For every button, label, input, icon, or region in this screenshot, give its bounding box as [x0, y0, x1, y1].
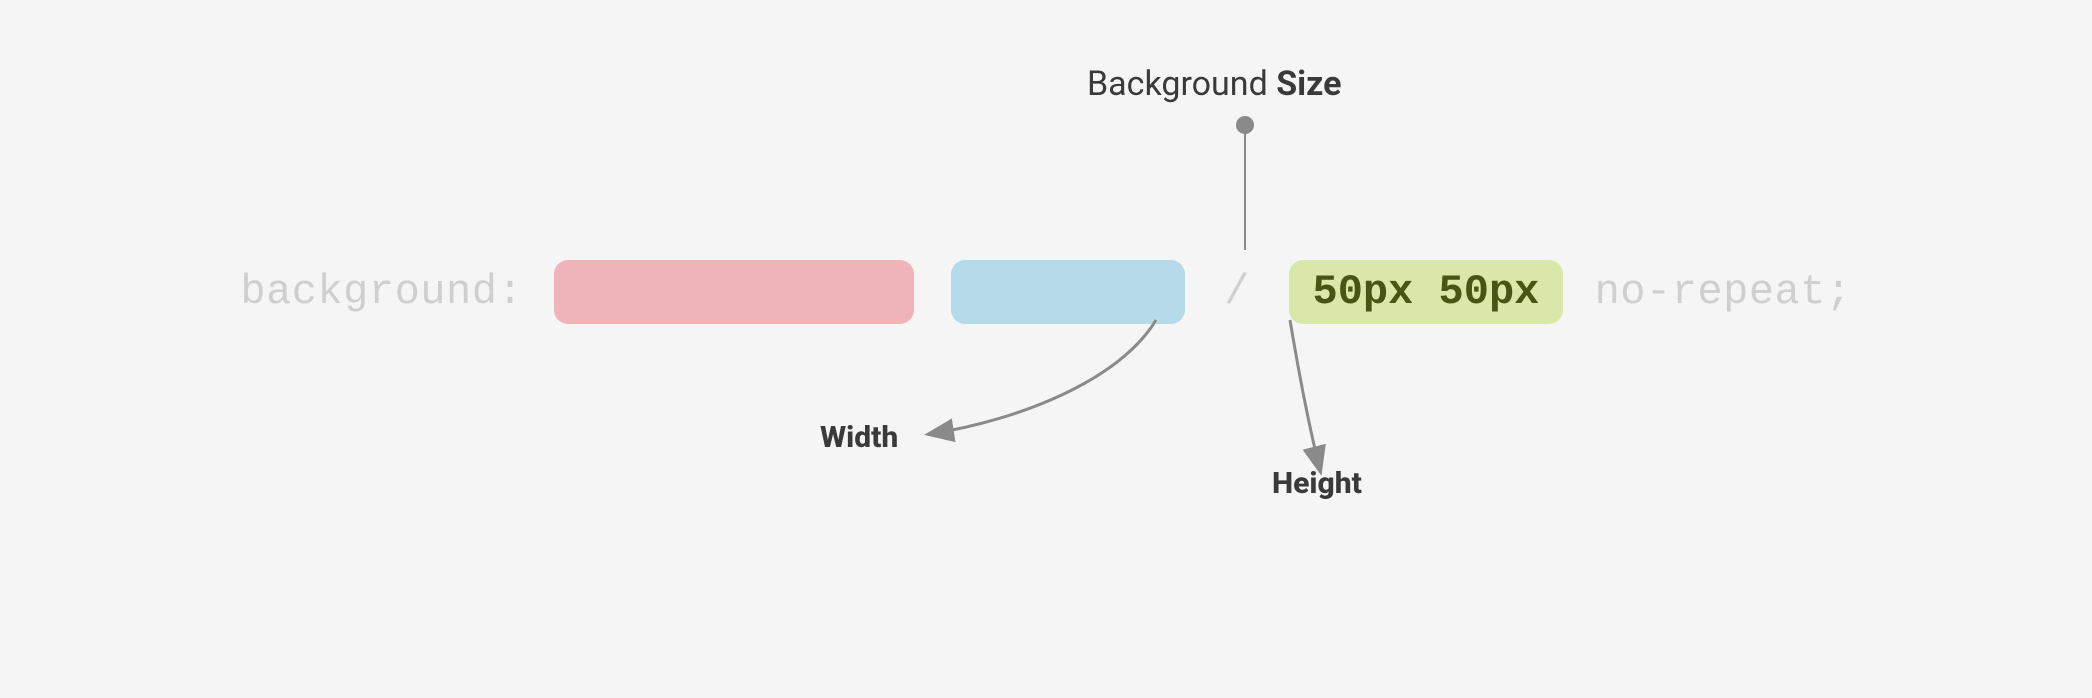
code-size-segment: 50px 50px [1289, 260, 1564, 324]
title-bold: Size [1276, 64, 1341, 104]
title-prefix: Background [1087, 64, 1276, 104]
code-size-width: 50px [1313, 268, 1414, 316]
code-position-segment: top left [951, 260, 1185, 324]
connector-line [1244, 130, 1246, 250]
height-label: Height [1272, 466, 1362, 501]
title-label: Background Size [1087, 64, 1342, 104]
css-code-line: background: url(cool.jpg) top left / 50p… [0, 260, 2092, 324]
code-slash: / [1224, 268, 1249, 316]
code-repeat: no-repeat; [1595, 268, 1852, 316]
code-size-height: 50px [1439, 268, 1540, 316]
annotation-arrows [0, 0, 2092, 698]
code-property: background: [240, 268, 523, 316]
width-label: Width [820, 420, 898, 455]
code-url-segment: url(cool.jpg) [554, 260, 914, 324]
